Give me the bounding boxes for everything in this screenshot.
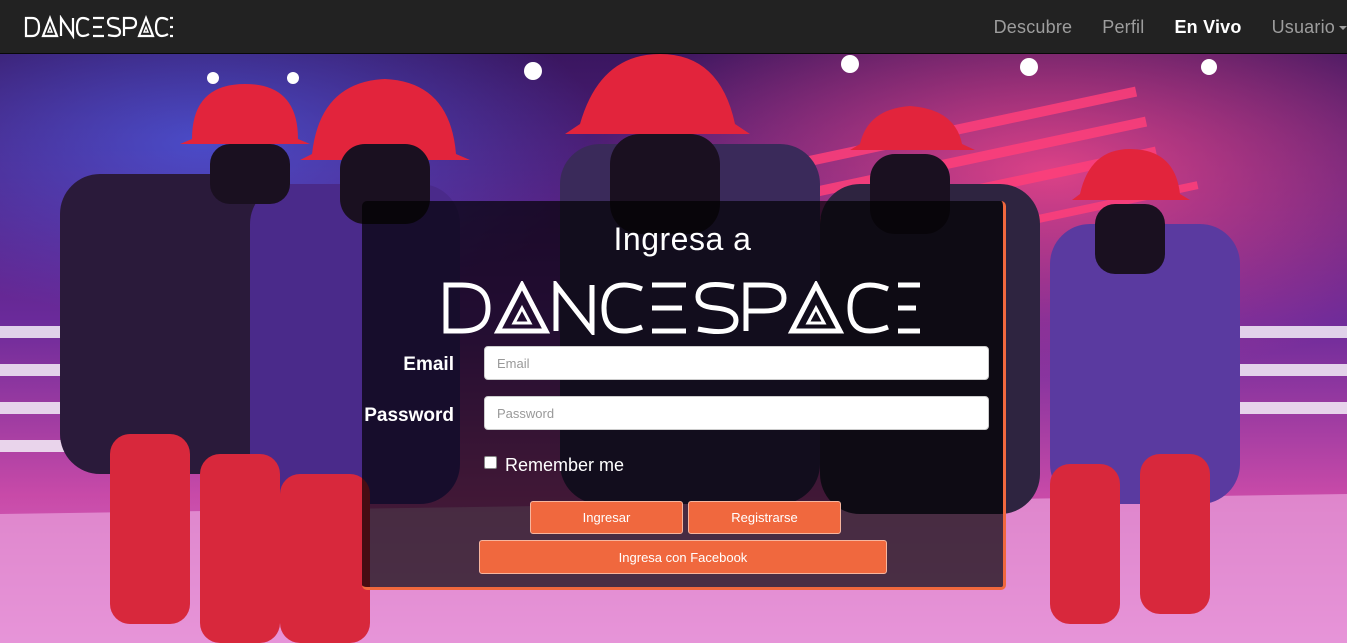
brand-logo-mark (24, 15, 173, 39)
nav-en-vivo[interactable]: En Vivo (1159, 17, 1256, 38)
caret-down-icon (1339, 25, 1347, 30)
nav-perfil[interactable]: Perfil (1087, 17, 1159, 38)
brand-logo[interactable] (24, 15, 174, 39)
login-panel: Ingresa a Email Email Password Remember … (362, 201, 1006, 590)
password-label: Password (364, 405, 454, 426)
nav-usuario-label: Usuario (1271, 16, 1335, 37)
facebook-login-button[interactable]: Ingresa con Facebook (479, 540, 887, 574)
remember-checkbox[interactable] (484, 456, 497, 469)
login-button[interactable]: Ingresar (530, 501, 683, 534)
password-field[interactable] (484, 396, 989, 430)
email-field[interactable] (484, 346, 989, 380)
dancespace-logo (442, 277, 924, 339)
top-navbar: Descubre Perfil En Vivo Usuario (0, 0, 1347, 54)
login-title: Ingresa a (613, 221, 752, 257)
register-button[interactable]: Registrarse (688, 501, 841, 534)
nav-links: Descubre Perfil En Vivo Usuario (979, 0, 1347, 54)
remember-me[interactable]: Remember me (484, 455, 624, 476)
dancespace-logo-mark (443, 277, 920, 339)
remember-label: Remember me (505, 455, 625, 475)
nav-usuario-dropdown[interactable]: Usuario (1257, 17, 1347, 38)
nav-descubre[interactable]: Descubre (979, 17, 1088, 38)
email-label: Email (403, 354, 454, 375)
